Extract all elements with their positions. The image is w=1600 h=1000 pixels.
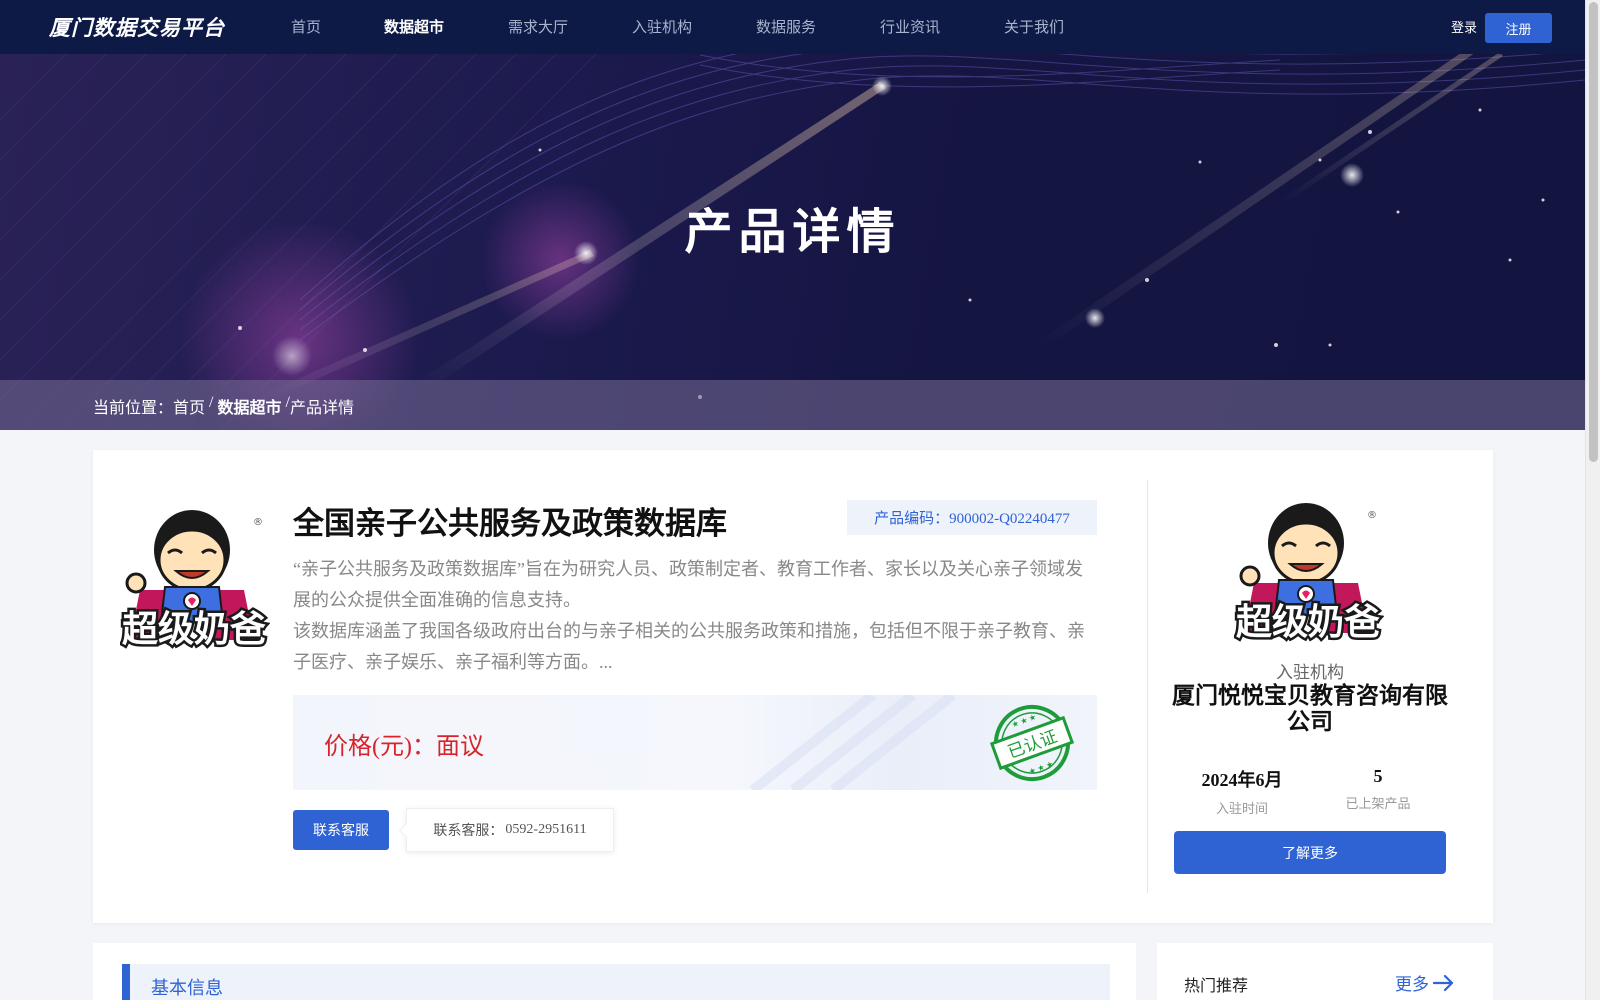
product-title: 全国亲子公共服务及政策数据库 xyxy=(293,506,727,541)
breadcrumb-current: 产品详情 xyxy=(289,400,354,417)
breadcrumb-separator: / xyxy=(209,394,214,411)
hot-recommend-title: 热门推荐 xyxy=(1184,976,1249,995)
stat-product-count: 5 已上架产品 xyxy=(1308,766,1448,812)
product-description-p2: 该数据库涵盖了我国各级政府出台的与亲子相关的公共服务政策和措施，包括但不限于亲子… xyxy=(293,621,1085,672)
more-link-label: 更多 xyxy=(1395,975,1429,994)
product-description-p1: “亲子公共服务及政策数据库”旨在为研究人员、政策制定者、教育工作者、家长以及关心… xyxy=(293,559,1083,610)
org-name: 厦门悦悦宝贝教育咨询有限公司 xyxy=(1172,683,1448,734)
trademark-mark: ® xyxy=(1367,510,1377,521)
org-label: 入驻机构 xyxy=(1276,663,1344,682)
nav-institutions[interactable]: 入驻机构 xyxy=(632,16,692,37)
page-scrollbar[interactable] xyxy=(1585,0,1600,1000)
product-logo: ® 超级奶爸 xyxy=(120,510,269,650)
join-date-value: 2024年6月 xyxy=(1201,770,1283,790)
verified-stamp-icon: 已认证 ★ ★ ★ ★ ★ ★ xyxy=(989,705,1075,781)
product-description: “亲子公共服务及政策数据库”旨在为研究人员、政策制定者、教育工作者、家长以及关心… xyxy=(293,554,1093,678)
nav-demand-hall[interactable]: 需求大厅 xyxy=(508,16,568,37)
nav-about-us[interactable]: 关于我们 xyxy=(1004,16,1064,37)
basic-info-header xyxy=(122,964,1110,1000)
svg-text:★ ★ ★: ★ ★ ★ xyxy=(1010,712,1037,729)
contact-phone: 0592-2951611 xyxy=(505,822,587,837)
nav-industry-news[interactable]: 行业资讯 xyxy=(880,16,940,37)
nav-data-market[interactable]: 数据超市 xyxy=(384,16,444,37)
product-count-label: 已上架产品 xyxy=(1345,797,1411,812)
breadcrumb-data-market[interactable]: 数据超市 xyxy=(217,394,281,418)
product-price: 价格(元)：面议 xyxy=(324,734,484,760)
product-code-badge: 产品编码：900002-Q02240477 xyxy=(847,500,1097,535)
join-date-label: 入驻时间 xyxy=(1215,802,1268,817)
org-logo: ® 超级奶爸 xyxy=(1234,503,1383,643)
contact-tooltip: 联系客服： 0592-2951611 xyxy=(406,808,614,852)
scrollbar-thumb[interactable] xyxy=(1589,2,1598,462)
product-logo-text: 超级奶爸 xyxy=(122,609,266,650)
stat-join-date: 2024年6月 入驻时间 xyxy=(1172,766,1312,817)
contact-label: 联系客服： xyxy=(433,824,504,839)
basic-info-title: 基本信息 xyxy=(151,978,223,998)
contact-service-button[interactable]: 联系客服 xyxy=(293,810,389,850)
breadcrumb-home[interactable]: 首页 xyxy=(173,394,205,418)
page-title: 产品详情 xyxy=(684,204,901,260)
login-link[interactable]: 登录 xyxy=(1451,17,1477,36)
site-logo[interactable]: 厦门数据交易平台 xyxy=(49,12,225,42)
nav-home[interactable]: 首页 xyxy=(291,16,321,37)
trademark-mark: ® xyxy=(253,517,263,528)
org-logo-text: 超级奶爸 xyxy=(1236,602,1380,643)
breadcrumb: 当前位置： 首页 / 数据超市 / 产品详情 xyxy=(93,394,354,418)
top-navbar: 厦门数据交易平台 首页 数据超市 需求大厅 入驻机构 数据服务 行业资讯 关于我… xyxy=(0,0,1585,54)
breadcrumb-prefix: 当前位置： xyxy=(93,400,174,417)
arrow-right-icon xyxy=(1433,974,1454,991)
more-link[interactable]: 更多 xyxy=(1395,970,1455,995)
nav-data-services[interactable]: 数据服务 xyxy=(756,16,816,37)
learn-more-button[interactable]: 了解更多 xyxy=(1174,831,1446,874)
product-count-value: 5 xyxy=(1373,766,1383,786)
card-divider xyxy=(1147,480,1148,893)
register-button[interactable]: 注册 xyxy=(1485,13,1552,43)
